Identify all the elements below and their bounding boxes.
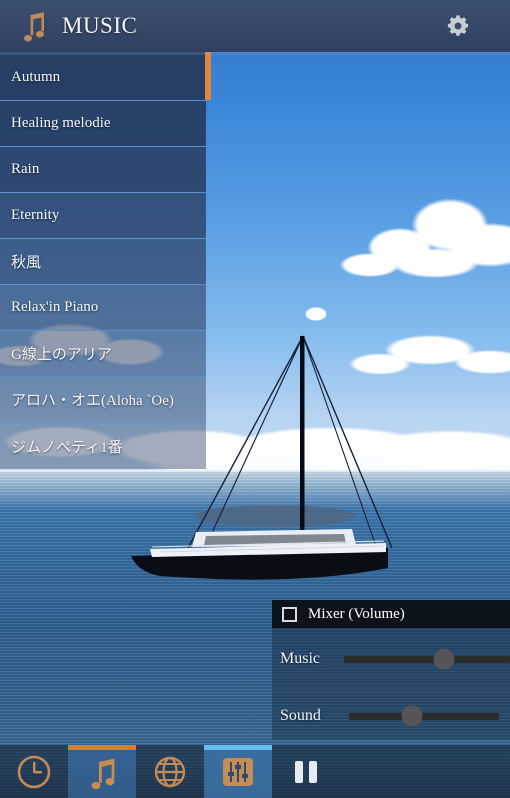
globe-icon <box>154 756 186 787</box>
cloud-small <box>302 305 330 323</box>
bottom-toolbar <box>0 745 510 798</box>
list-item[interactable]: Eternity <box>0 193 206 239</box>
toolbar-item-web[interactable] <box>136 745 204 798</box>
sound-slider-label: Sound <box>280 707 321 724</box>
pause-icon <box>295 760 317 783</box>
list-item[interactable]: G線上のアリア <box>0 331 206 377</box>
cloud-large-right <box>330 185 510 305</box>
slider-row-music: Music <box>272 642 510 676</box>
music-note-icon <box>91 758 115 789</box>
track-label: G線上のアリア <box>11 347 112 363</box>
track-list[interactable]: Autumn Healing melodie Rain Eternity 秋風 … <box>0 55 211 470</box>
list-item[interactable]: Relax'in Piano <box>0 285 206 331</box>
equalizer-icon <box>223 757 253 786</box>
list-item[interactable]: Rain <box>0 147 206 193</box>
toolbar-item-music[interactable] <box>68 745 136 798</box>
list-item[interactable]: Autumn <box>0 55 206 101</box>
list-scrollbar[interactable] <box>205 55 211 100</box>
cloud-mid-right <box>340 320 510 390</box>
list-item[interactable]: ジムノペティ1番 <box>0 423 206 469</box>
music-slider-label: Music <box>280 650 320 667</box>
pause-bar-left <box>295 760 303 783</box>
horizon-line <box>0 470 510 472</box>
track-label: Autumn <box>11 69 61 85</box>
track-label: Healing melodie <box>11 115 111 131</box>
page-title: MUSIC <box>62 13 138 38</box>
music-slider-thumb[interactable] <box>433 648 455 670</box>
list-item[interactable]: 秋風 <box>0 239 206 285</box>
app-root: MUSIC Autumn Healing melodie Rain Eterni… <box>0 0 510 798</box>
app-header: MUSIC <box>0 0 510 52</box>
mixer-body: Music Sound <box>272 628 510 740</box>
toolbar-item-mixer[interactable] <box>204 745 272 798</box>
slider-row-sound: Sound <box>272 699 510 733</box>
track-label: Eternity <box>11 207 60 223</box>
sound-slider-thumb[interactable] <box>401 705 423 727</box>
sound-slider-track[interactable] <box>349 705 499 727</box>
list-item[interactable]: Healing melodie <box>0 101 206 147</box>
toolbar-indicator-orange <box>68 745 136 750</box>
toolbar-item-pause[interactable] <box>272 745 340 798</box>
track-label: アロハ・オエ(Aloha `Oe) <box>11 393 174 409</box>
clock-icon <box>17 755 51 788</box>
mixer-header[interactable]: Mixer (Volume) <box>272 600 510 628</box>
pause-bar-right <box>309 760 317 783</box>
mixer-checkbox[interactable] <box>282 606 297 622</box>
toolbar-indicator-blue <box>204 745 272 750</box>
toolbar-item-clock[interactable] <box>0 745 68 798</box>
mixer-panel: Mixer (Volume) Music Sound <box>272 600 510 740</box>
track-label: ジムノペティ1番 <box>11 439 123 456</box>
music-slider-track[interactable] <box>344 648 510 670</box>
track-label: 秋風 <box>11 255 42 271</box>
gear-icon[interactable] <box>444 12 472 40</box>
mixer-title: Mixer (Volume) <box>308 605 405 622</box>
track-label: Relax'in Piano <box>11 299 99 315</box>
track-label: Rain <box>11 161 40 177</box>
list-item[interactable]: アロハ・オエ(Aloha `Oe) <box>0 377 206 423</box>
music-note-icon <box>24 12 45 42</box>
